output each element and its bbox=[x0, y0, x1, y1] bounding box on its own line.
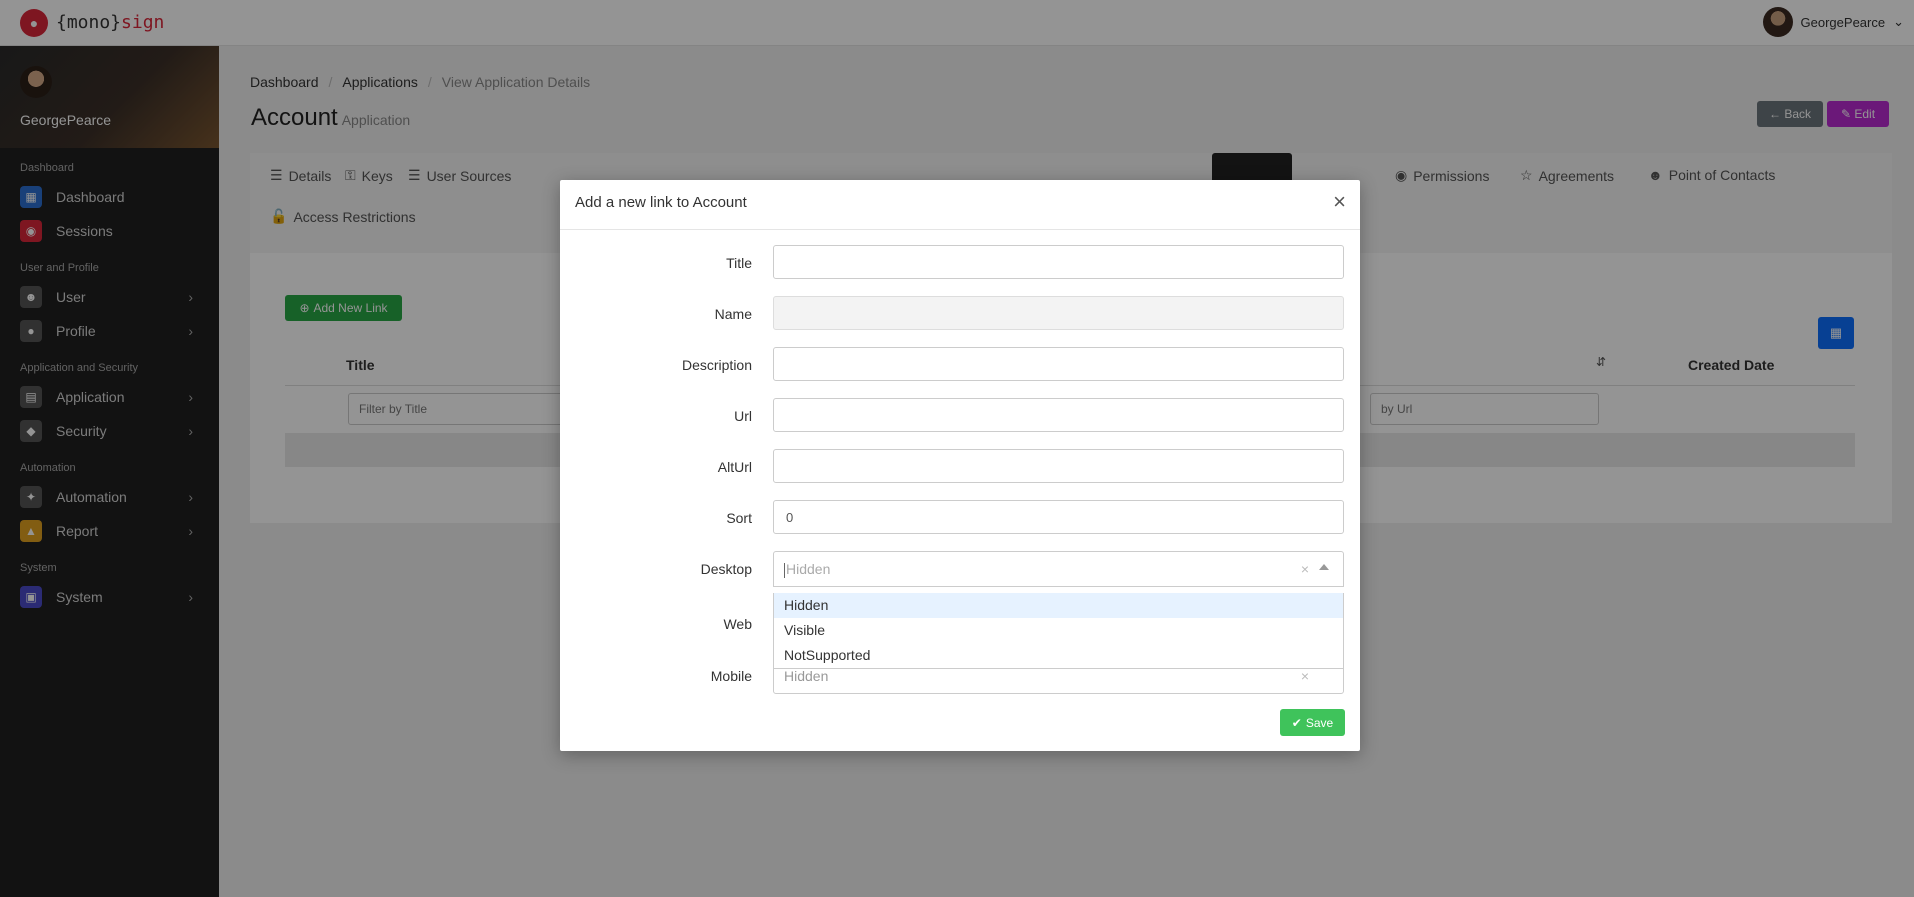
title-label: Title bbox=[726, 255, 752, 271]
sort-field[interactable]: 0 bbox=[773, 500, 1344, 534]
save-button-label: Save bbox=[1305, 715, 1334, 730]
add-link-modal: Add a new link to Account × Title Name D… bbox=[560, 180, 1360, 751]
clear-icon[interactable]: × bbox=[1301, 668, 1309, 684]
text-cursor bbox=[784, 562, 785, 578]
description-row: Description bbox=[560, 347, 1360, 383]
url-label: Url bbox=[734, 408, 752, 424]
modal-header: Add a new link to Account × bbox=[560, 180, 1360, 230]
dropdown-option-hidden[interactable]: Hidden bbox=[774, 593, 1343, 618]
title-field[interactable] bbox=[773, 245, 1344, 279]
alturl-row: AltUrl bbox=[560, 449, 1360, 485]
dropdown-option-visible[interactable]: Visible bbox=[774, 618, 1343, 643]
web-label: Web bbox=[723, 616, 752, 632]
url-field[interactable] bbox=[773, 398, 1344, 432]
dropdown-option-notsupported[interactable]: NotSupported bbox=[774, 643, 1343, 668]
desktop-row: Desktop Hidden × bbox=[560, 551, 1360, 587]
name-label: Name bbox=[714, 306, 752, 322]
desktop-select[interactable]: Hidden × bbox=[773, 551, 1344, 587]
title-row: Title bbox=[560, 245, 1360, 281]
chevron-up-icon[interactable] bbox=[1319, 564, 1329, 570]
alturl-label: AltUrl bbox=[717, 459, 752, 475]
check-icon: ✔ bbox=[1291, 715, 1302, 730]
sort-row: Sort 0 bbox=[560, 500, 1360, 536]
name-row: Name bbox=[560, 296, 1360, 332]
clear-icon[interactable]: × bbox=[1301, 561, 1309, 577]
description-label: Description bbox=[681, 357, 752, 373]
save-button[interactable]: ✔ Save bbox=[1280, 709, 1345, 736]
desktop-label: Desktop bbox=[700, 561, 752, 577]
mobile-label: Mobile bbox=[710, 668, 752, 684]
sort-label: Sort bbox=[726, 510, 752, 526]
modal-title: Add a new link to Account bbox=[575, 194, 747, 211]
desktop-select-placeholder: Hidden bbox=[786, 561, 831, 577]
description-field[interactable] bbox=[773, 347, 1344, 381]
alturl-field[interactable] bbox=[773, 449, 1344, 483]
url-row: Url bbox=[560, 398, 1360, 434]
mobile-select-value: Hidden bbox=[784, 668, 829, 684]
close-icon[interactable]: × bbox=[1333, 191, 1346, 213]
desktop-dropdown: Hidden Visible NotSupported bbox=[773, 593, 1344, 669]
name-field bbox=[773, 296, 1344, 330]
